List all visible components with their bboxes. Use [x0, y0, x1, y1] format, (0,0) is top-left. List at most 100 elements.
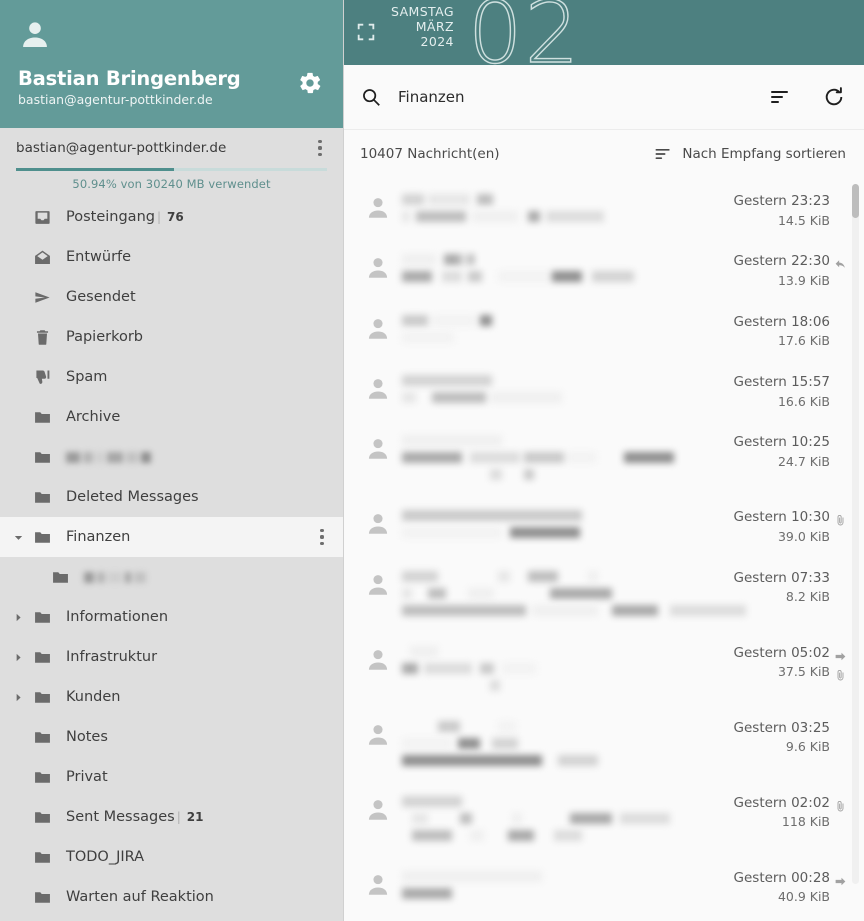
chevron-right-icon	[16, 613, 21, 621]
message-row[interactable]: Gestern 22:30 13.9 KiB	[344, 238, 864, 298]
sidebar-folder-item[interactable]: Posteingang | 76	[0, 197, 343, 237]
search-icon[interactable]	[360, 86, 382, 108]
sidebar-folder-item[interactable]: Infrastruktur	[0, 637, 343, 677]
sidebar-folder-item[interactable]: TODO_JIRA	[0, 837, 343, 877]
message-row[interactable]: Gestern 23:23 14.5 KiB	[344, 178, 864, 238]
quota-bar	[16, 168, 327, 171]
person-avatar-icon	[360, 307, 396, 343]
twisty-placeholder	[8, 247, 28, 267]
search-input[interactable]: Finanzen	[398, 88, 738, 106]
forward-icon	[834, 648, 847, 661]
sidebar-folder-item[interactable]: Spam	[0, 357, 343, 397]
sidebar-folder-label: Notes	[66, 729, 108, 745]
person-icon	[23, 22, 47, 48]
message-row[interactable]: Gestern 02:02 118 KiB	[344, 780, 864, 855]
message-row[interactable]: Gestern 07:33 8.2 KiB	[344, 555, 864, 630]
scrollbar-track[interactable]	[852, 184, 859, 884]
message-date: Gestern 15:57	[733, 373, 830, 390]
sidebar-folder-label: Kunden	[66, 689, 121, 705]
refresh-icon[interactable]	[822, 85, 846, 109]
sidebar-folder-item[interactable]: Notes	[0, 717, 343, 757]
kebab-menu-icon[interactable]	[313, 526, 331, 548]
mail-client-window: Bastian Bringenberg bastian@agentur-pott…	[0, 0, 864, 921]
message-flags	[830, 563, 850, 573]
message-flags	[830, 863, 850, 886]
redacted-text-line	[402, 211, 726, 222]
message-date: Gestern 23:23	[733, 193, 830, 209]
sidebar-folder-item[interactable]	[0, 557, 343, 597]
redacted-text-line	[402, 510, 726, 522]
sidebar-folder-item[interactable]: Informationen	[0, 597, 343, 637]
sidebar-folder-item[interactable]: Sent Messages | 21	[0, 797, 343, 837]
date-year: 2024	[420, 33, 454, 49]
twisty-toggle[interactable]	[8, 607, 28, 627]
chevron-down-icon	[14, 535, 22, 540]
attachment-icon	[834, 798, 847, 812]
folder-icon	[46, 568, 74, 587]
message-size: 37.5 KiB	[777, 664, 830, 680]
message-row[interactable]: Gestern 03:25 9.6 KiB	[344, 705, 864, 780]
quota-bar-fill	[16, 168, 175, 171]
folder-icon	[28, 808, 56, 827]
sidebar-folder-item[interactable]: Papierkorb	[0, 317, 343, 357]
message-size: 16.6 KiB	[777, 393, 830, 409]
send-icon	[28, 288, 56, 307]
account-selector-row[interactable]: bastian@agentur-pottkinder.de	[0, 128, 343, 168]
sidebar-folder-item[interactable]: Finanzen	[0, 517, 343, 557]
redacted-text-line	[402, 271, 726, 283]
message-row[interactable]: Donnerstag 16:463.0 MiB	[344, 915, 864, 921]
sidebar: Bastian Bringenberg bastian@agentur-pott…	[0, 0, 344, 921]
message-row[interactable]: Gestern 10:30 39.0 KiB	[344, 494, 864, 554]
sidebar-folder-label: Posteingang	[66, 209, 155, 225]
sidebar-folder-item[interactable]: Gesendet	[0, 277, 343, 317]
sidebar-folder-item[interactable]: Kunden	[0, 677, 343, 717]
sort-icon[interactable]	[768, 85, 792, 109]
sidebar-folder-item[interactable]: Privat	[0, 757, 343, 797]
fullscreen-icon[interactable]	[355, 21, 377, 43]
folder-icon	[28, 608, 56, 627]
sidebar-folder-label: Papierkorb	[66, 329, 144, 345]
message-meta: Gestern 22:30 13.9 KiB	[734, 246, 830, 290]
redacted-text-line	[402, 314, 726, 326]
sidebar-folder-item[interactable]: Entwürfe	[0, 237, 343, 277]
message-row[interactable]: Gestern 10:25 24.7 KiB	[344, 419, 864, 494]
folder-list: Posteingang | 76 Entwürfe Gesendet Papierkorb…	[0, 197, 343, 921]
sidebar-folder-item[interactable]	[0, 437, 343, 477]
message-date: Gestern 00:28	[733, 869, 830, 886]
redacted-text-line	[402, 662, 726, 674]
message-preview-text	[396, 713, 734, 772]
person-avatar-icon	[360, 863, 396, 899]
person-avatar-icon	[360, 502, 396, 538]
twisty-toggle[interactable]	[8, 527, 28, 547]
gear-icon[interactable]	[297, 70, 323, 96]
sidebar-folder-count: | 76	[156, 210, 184, 224]
sort-descending-icon	[655, 149, 671, 159]
date-month: MÄRZ	[415, 18, 454, 34]
message-row[interactable]: Gestern 00:28 40.9 KiB	[344, 855, 864, 915]
twisty-placeholder	[8, 327, 28, 347]
message-meta: Gestern 07:33 8.2 KiB	[734, 563, 830, 607]
twisty-placeholder	[26, 567, 46, 587]
message-meta: Gestern 02:02 118 KiB	[734, 788, 830, 832]
redacted-text-line	[402, 391, 726, 403]
twisty-toggle[interactable]	[8, 647, 28, 667]
message-size: 40.9 KiB	[777, 889, 830, 905]
message-count: 10407 Nachricht(en)	[360, 146, 500, 162]
redacted-text-line	[402, 737, 726, 749]
trash-icon	[28, 328, 56, 347]
sidebar-folder-item[interactable]: Archive	[0, 397, 343, 437]
sidebar-folder-item[interactable]: Warten auf Reaktion	[0, 877, 343, 917]
sidebar-folder-count: | 21	[176, 810, 204, 824]
message-row[interactable]: Gestern 15:57 16.6 KiB	[344, 359, 864, 419]
redacted-text-line	[402, 754, 726, 766]
message-preview-text	[396, 246, 734, 288]
sort-button[interactable]: Nach Empfang sortieren	[653, 144, 846, 164]
message-row[interactable]: Gestern 18:06 17.6 KiB	[344, 299, 864, 359]
sort-button-label: Nach Empfang sortieren	[682, 146, 846, 162]
message-row[interactable]: Gestern 05:02 37.5 KiB	[344, 630, 864, 705]
chevron-right-icon	[16, 653, 21, 661]
scrollbar-thumb[interactable]	[852, 184, 859, 218]
sidebar-folder-item[interactable]: Deleted Messages	[0, 477, 343, 517]
twisty-toggle[interactable]	[8, 687, 28, 707]
kebab-menu-icon[interactable]	[311, 137, 329, 159]
